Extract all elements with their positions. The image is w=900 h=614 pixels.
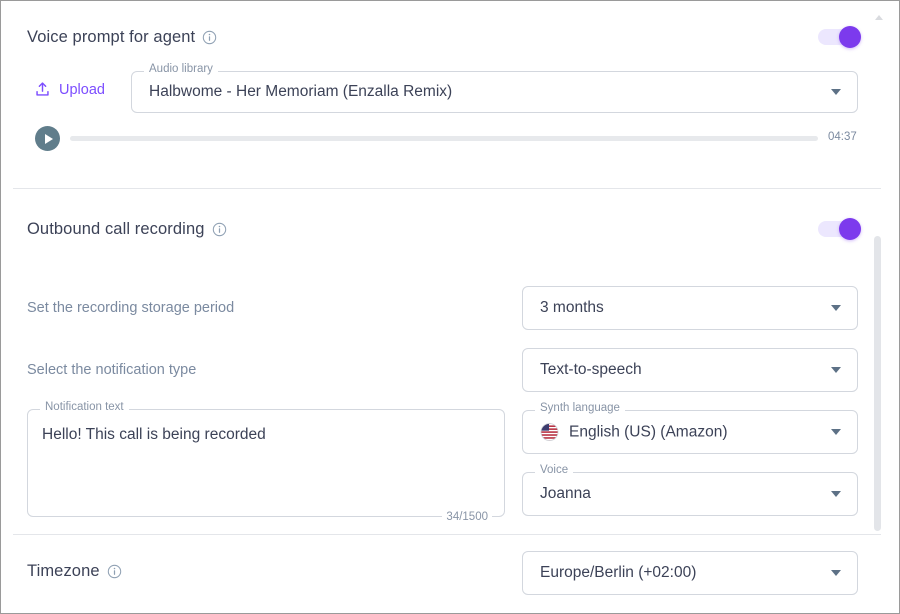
notification-type-value: Text-to-speech bbox=[540, 361, 642, 378]
chevron-down-icon[interactable] bbox=[831, 491, 841, 497]
voice-prompt-toggle[interactable] bbox=[818, 26, 864, 48]
synth-language-legend: Synth language bbox=[535, 402, 625, 415]
notification-text-counter: 34/1500 bbox=[442, 511, 492, 523]
info-circle-icon[interactable] bbox=[202, 30, 217, 45]
toggle-knob bbox=[839, 26, 861, 48]
play-icon bbox=[44, 133, 53, 144]
outbound-recording-title-text: Outbound call recording bbox=[27, 220, 205, 238]
outbound-recording-toggle[interactable] bbox=[818, 218, 864, 240]
chevron-down-icon[interactable] bbox=[831, 305, 841, 311]
upload-button[interactable]: Upload bbox=[34, 81, 105, 98]
voice-prompt-title-text: Voice prompt for agent bbox=[27, 28, 196, 46]
info-circle-icon[interactable] bbox=[107, 564, 122, 579]
us-flag-icon bbox=[540, 423, 559, 442]
vertical-scrollbar-thumb[interactable] bbox=[874, 236, 881, 531]
storage-period-select[interactable]: 3 months bbox=[522, 286, 858, 330]
info-circle-icon[interactable] bbox=[212, 222, 227, 237]
notification-type-select[interactable]: Text-to-speech bbox=[522, 348, 858, 392]
storage-period-label: Set the recording storage period bbox=[27, 300, 235, 316]
toggle-knob bbox=[839, 218, 861, 240]
chevron-down-icon[interactable] bbox=[831, 367, 841, 373]
voice-prompt-section-title: Voice prompt for agent bbox=[27, 28, 217, 47]
audio-library-legend: Audio library bbox=[144, 63, 218, 76]
audio-library-select[interactable]: Audio library Halbwome - Her Memoriam (E… bbox=[131, 63, 858, 113]
notification-text-value: Hello! This call is being recorded bbox=[42, 426, 266, 443]
timezone-value: Europe/Berlin (+02:00) bbox=[540, 564, 697, 581]
section-divider-2 bbox=[13, 534, 881, 535]
outbound-recording-section-title: Outbound call recording bbox=[27, 220, 227, 239]
chevron-down-icon[interactable] bbox=[831, 429, 841, 435]
synth-language-select[interactable]: Synth language English (US) (Amazon) bbox=[522, 402, 858, 454]
synth-language-value-wrap: English (US) (Amazon) bbox=[540, 423, 813, 442]
chevron-down-icon[interactable] bbox=[831, 570, 841, 576]
audio-progress-bar[interactable] bbox=[70, 136, 818, 141]
audio-play-button[interactable] bbox=[35, 126, 60, 151]
scroll-up-arrow-icon[interactable] bbox=[875, 15, 883, 20]
timezone-title-text: Timezone bbox=[27, 562, 100, 580]
audio-library-value: Halbwome - Her Memoriam (Enzalla Remix) bbox=[149, 83, 453, 100]
section-divider-1 bbox=[13, 188, 881, 189]
notification-text-input[interactable]: Notification text Hello! This call is be… bbox=[27, 401, 505, 523]
audio-duration: 04:37 bbox=[828, 131, 857, 143]
notification-type-label: Select the notification type bbox=[27, 362, 197, 378]
settings-panel: Voice prompt for agent Upload Audio libr… bbox=[0, 0, 900, 614]
voice-select[interactable]: Voice Joanna bbox=[522, 464, 858, 516]
upload-button-label: Upload bbox=[59, 81, 105, 98]
storage-period-value: 3 months bbox=[540, 299, 604, 316]
chevron-down-icon[interactable] bbox=[831, 89, 841, 95]
voice-legend: Voice bbox=[535, 464, 574, 477]
synth-language-value: English (US) (Amazon) bbox=[569, 423, 728, 440]
timezone-section-title: Timezone bbox=[27, 562, 122, 581]
settings-panel-content: Voice prompt for agent Upload Audio libr… bbox=[1, 1, 899, 613]
notification-text-legend: Notification text bbox=[40, 401, 129, 414]
upload-icon bbox=[34, 81, 51, 98]
timezone-select[interactable]: Europe/Berlin (+02:00) bbox=[522, 551, 858, 595]
voice-value: Joanna bbox=[540, 485, 591, 502]
